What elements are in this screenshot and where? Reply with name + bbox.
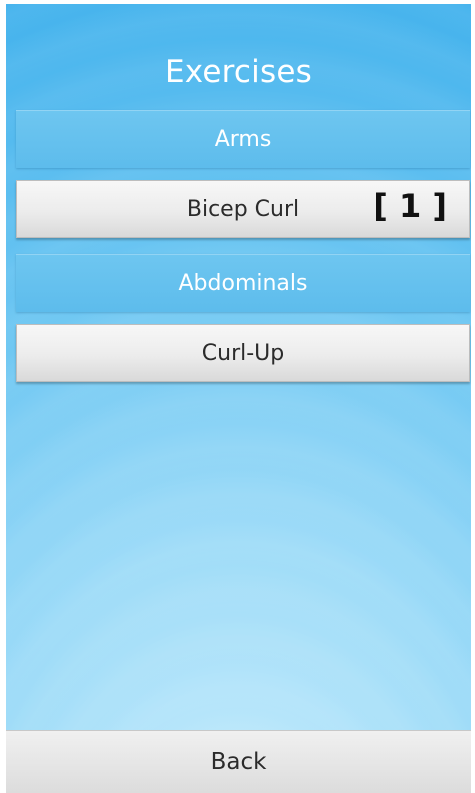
back-button[interactable]: Back xyxy=(6,730,471,793)
exercise-list-screen: Exercises Arms Bicep Curl [ 1 ] Abdomina… xyxy=(6,4,471,793)
exercise-button-bicep-curl[interactable]: Bicep Curl [ 1 ] xyxy=(16,180,470,238)
annotation-marker: [ 1 ] xyxy=(373,187,447,225)
section-header-arms: Arms xyxy=(16,110,470,168)
exercise-label: Bicep Curl xyxy=(186,196,300,222)
page-title: Exercises xyxy=(165,54,312,90)
back-label: Back xyxy=(210,749,267,775)
exercise-label: Curl-Up xyxy=(201,340,285,366)
exercise-button-curl-up[interactable]: Curl-Up xyxy=(16,324,470,382)
section-header-abdominals: Abdominals xyxy=(16,254,470,312)
